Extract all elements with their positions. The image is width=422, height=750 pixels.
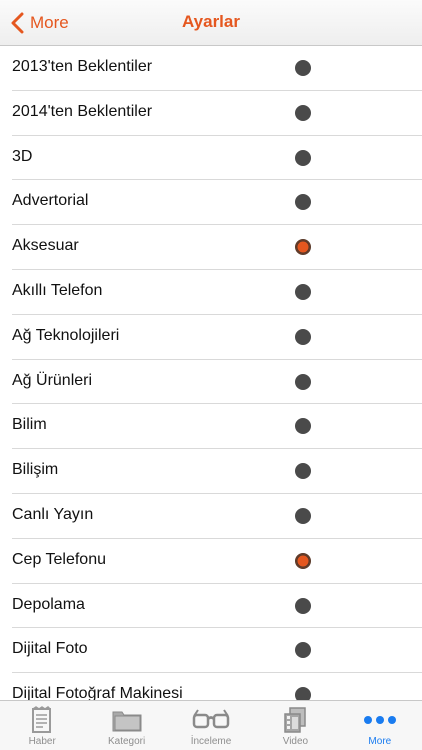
- video-icon: [282, 704, 308, 736]
- list-item-label: Akıllı Telefon: [12, 281, 103, 299]
- tab-label: More: [368, 736, 392, 747]
- tab-label: Video: [282, 736, 309, 747]
- radio-indicator[interactable]: [295, 642, 311, 659]
- list-item-label: Cep Telefonu: [12, 550, 106, 568]
- radio-indicator[interactable]: [295, 552, 311, 569]
- newspaper-icon: [31, 704, 53, 736]
- list-item[interactable]: 2014'ten Beklentiler: [0, 91, 422, 136]
- list-item-label: Advertorial: [12, 192, 89, 210]
- list-item-label: Dijital Fotoğraf Makinesi: [12, 685, 183, 700]
- list-item[interactable]: 2013'ten Beklentiler: [0, 46, 422, 91]
- tab-kategori[interactable]: Kategori: [84, 701, 168, 750]
- list-item-label: Ağ Teknolojileri: [12, 326, 120, 344]
- list-item-label: Ağ Ürünleri: [12, 371, 93, 389]
- radio-indicator[interactable]: [295, 597, 311, 614]
- tab-label: İnceleme: [190, 736, 232, 747]
- radio-indicator[interactable]: [295, 507, 311, 524]
- folder-icon: [111, 704, 143, 736]
- list-item-label: Bilişim: [12, 461, 59, 479]
- list-item[interactable]: Canlı Yayın: [0, 494, 422, 539]
- radio-indicator[interactable]: [295, 463, 311, 480]
- tab-label: Haber: [28, 736, 56, 747]
- radio-indicator[interactable]: [295, 239, 311, 256]
- tab-bar: Haber Kategori İnceleme Video More: [0, 700, 422, 750]
- list-item[interactable]: Dijital Fotoğraf Makinesi: [0, 673, 422, 700]
- tab-inceleme[interactable]: İnceleme: [169, 701, 253, 750]
- tab-video[interactable]: Video: [253, 701, 337, 750]
- tab-more[interactable]: More: [338, 701, 422, 750]
- list-item-label: Bilim: [12, 416, 47, 434]
- more-dots-icon: [362, 704, 398, 736]
- tab-label: Kategori: [107, 736, 146, 747]
- list-item[interactable]: Ağ Teknolojileri: [0, 315, 422, 360]
- navigation-bar: More Ayarlar: [0, 0, 422, 46]
- tab-haber[interactable]: Haber: [0, 701, 84, 750]
- page-title: Ayarlar: [182, 12, 240, 31]
- glasses-icon: [191, 704, 231, 736]
- list-item-label: Aksesuar: [12, 237, 79, 255]
- list-item[interactable]: Ağ Ürünleri: [0, 360, 422, 405]
- radio-indicator[interactable]: [295, 373, 311, 390]
- list-item-label: 2013'ten Beklentiler: [12, 58, 153, 75]
- app-screen: More Ayarlar 2013'ten Beklentiler 2014't…: [0, 0, 422, 750]
- list-item[interactable]: Advertorial: [0, 180, 422, 225]
- list-item[interactable]: 3D: [0, 136, 422, 181]
- list-item[interactable]: Bilişim: [0, 449, 422, 494]
- radio-indicator[interactable]: [295, 60, 311, 76]
- list-item-label: Canlı Yayın: [12, 505, 94, 523]
- radio-indicator[interactable]: [295, 283, 311, 300]
- radio-indicator[interactable]: [295, 149, 311, 166]
- list-item-label: Dijital Foto: [12, 640, 88, 658]
- list-item[interactable]: Aksesuar: [0, 225, 422, 270]
- list-item-label: 2014'ten Beklentiler: [12, 102, 153, 120]
- radio-indicator[interactable]: [295, 418, 311, 435]
- radio-indicator[interactable]: [295, 687, 311, 700]
- list-item-label: 3D: [12, 147, 33, 165]
- list-item[interactable]: Bilim: [0, 404, 422, 449]
- radio-indicator[interactable]: [295, 328, 311, 345]
- settings-list[interactable]: 2013'ten Beklentiler 2014'ten Beklentile…: [0, 46, 422, 700]
- list-item[interactable]: Cep Telefonu: [0, 539, 422, 584]
- radio-indicator[interactable]: [295, 104, 311, 121]
- list-item[interactable]: Dijital Foto: [0, 628, 422, 673]
- list-item-label: Depolama: [12, 595, 85, 613]
- radio-indicator[interactable]: [295, 194, 311, 211]
- list-item[interactable]: Akıllı Telefon: [0, 270, 422, 315]
- list-item[interactable]: Depolama: [0, 584, 422, 629]
